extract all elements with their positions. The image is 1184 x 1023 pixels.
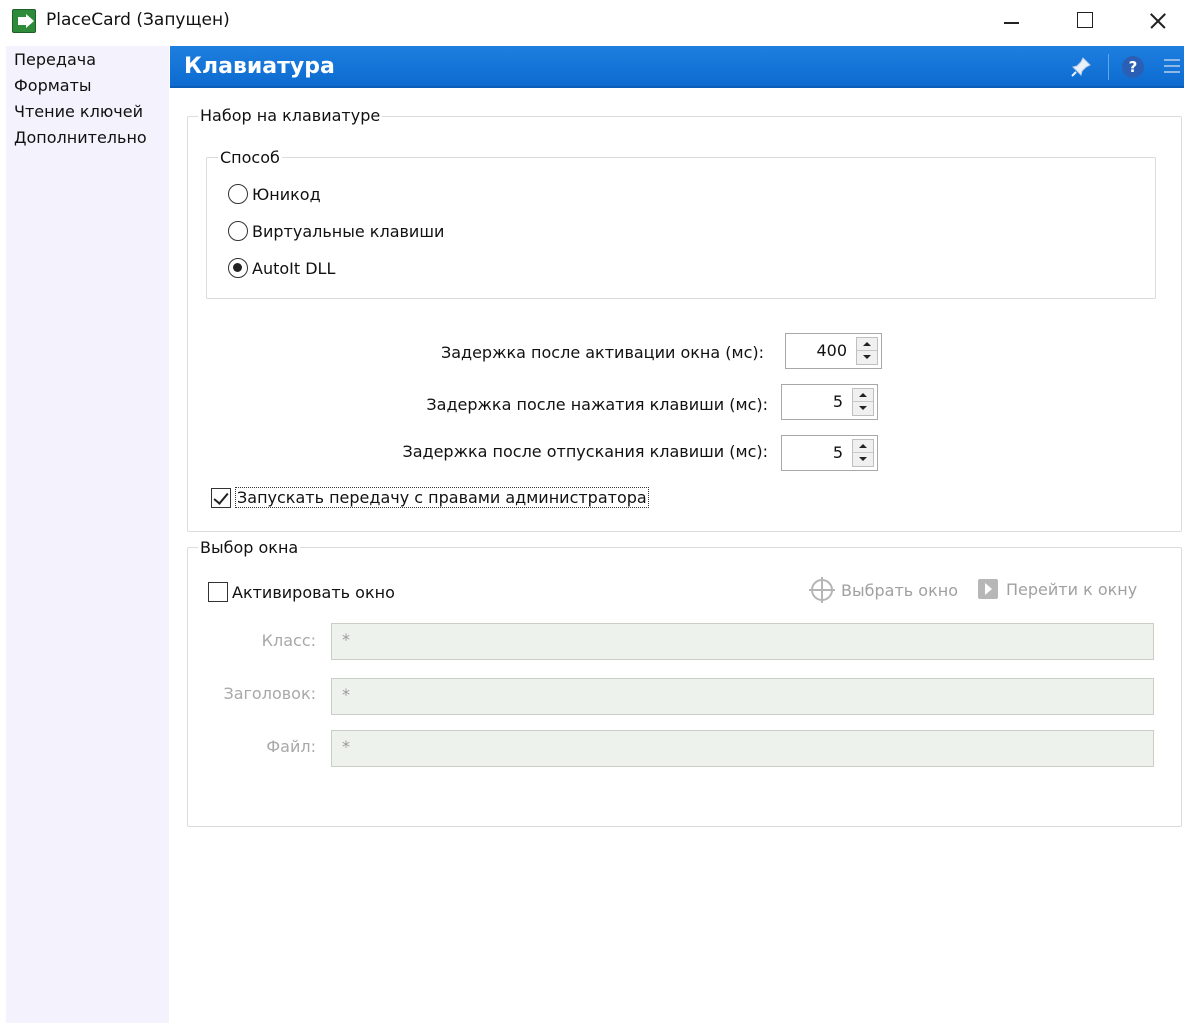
sidebar: Передача Форматы Чтение ключей Дополните… [6, 46, 169, 1023]
delay-press-label: Задержка после нажатия клавиши (мс): [426, 395, 768, 414]
spin-down-icon[interactable] [853, 453, 873, 466]
page-title: Клавиатура [184, 54, 335, 79]
radio-virtual-keys-circle[interactable] [228, 221, 248, 241]
spin-down-icon[interactable] [853, 402, 873, 415]
delay-release-spinner[interactable]: 5 [781, 435, 878, 471]
maximize-button[interactable] [1048, 0, 1118, 42]
crosshair-icon [809, 577, 835, 603]
delay-activation-label: Задержка после активации окна (мс): [440, 343, 764, 362]
radio-unicode-label: Юникод [252, 184, 321, 204]
delay-release-spin-buttons [852, 439, 874, 467]
title-label: Заголовок: [223, 684, 316, 703]
radio-autoit-dll-circle[interactable] [228, 258, 248, 278]
radio-unicode[interactable]: Юникод [228, 184, 321, 204]
close-button[interactable] [1120, 0, 1184, 42]
class-input[interactable]: * [331, 623, 1154, 660]
window-selection-legend: Выбор окна [198, 538, 301, 557]
sidebar-item-transfer[interactable]: Передача [14, 50, 96, 69]
spin-up-icon[interactable] [857, 338, 877, 351]
class-label: Класс: [261, 631, 316, 650]
title-bar: PlaceCard (Запущен) [0, 0, 1184, 42]
menu-icon[interactable] [1164, 59, 1180, 73]
sidebar-item-formats[interactable]: Форматы [14, 76, 92, 95]
goto-window-button[interactable]: Перейти к окну [978, 579, 1137, 599]
radio-virtual-keys-label: Виртуальные клавиши [252, 221, 445, 241]
radio-autoit-dll[interactable]: AutoIt DLL [228, 258, 335, 278]
pin-icon[interactable] [1070, 56, 1092, 78]
app-icon [12, 9, 36, 33]
spin-down-icon[interactable] [857, 351, 877, 364]
header-separator [1108, 54, 1109, 80]
delay-release-value[interactable]: 5 [833, 443, 843, 462]
window-title: PlaceCard (Запущен) [46, 10, 230, 30]
select-window-label: Выбрать окно [841, 580, 958, 600]
minimize-button[interactable] [976, 0, 1046, 42]
delay-release-label: Задержка после отпускания клавиши (мс): [402, 442, 768, 461]
goto-window-label: Перейти к окну [1006, 579, 1138, 599]
delay-press-spin-buttons [852, 388, 874, 416]
select-window-button[interactable]: Выбрать окно [809, 577, 958, 603]
delay-press-value[interactable]: 5 [833, 392, 843, 411]
arrow-right-icon [978, 579, 998, 599]
page-header: Клавиатура ? [170, 46, 1184, 88]
title-input[interactable]: * [331, 678, 1154, 715]
delay-activation-spin-buttons [856, 337, 878, 365]
file-input[interactable]: * [331, 730, 1154, 767]
help-icon[interactable]: ? [1122, 56, 1144, 78]
file-label: Файл: [266, 737, 316, 756]
spin-up-icon[interactable] [853, 389, 873, 402]
method-legend: Способ [218, 148, 282, 167]
sidebar-item-key-reading[interactable]: Чтение ключей [14, 102, 143, 121]
delay-activation-value[interactable]: 400 [816, 341, 847, 360]
keyboard-input-legend: Набор на клавиатуре [198, 106, 383, 125]
sidebar-item-advanced[interactable]: Дополнительно [14, 128, 147, 147]
activate-window-checkbox-row[interactable]: Активировать окно [208, 582, 395, 602]
delay-press-spinner[interactable]: 5 [781, 384, 878, 420]
activate-window-checkbox[interactable] [208, 582, 228, 602]
admin-rights-label: Запускать передачу с правами администрат… [235, 487, 649, 508]
delay-activation-spinner[interactable]: 400 [785, 333, 882, 369]
spin-up-icon[interactable] [853, 440, 873, 453]
admin-rights-checkbox-row[interactable]: Запускать передачу с правами администрат… [211, 487, 649, 508]
radio-unicode-circle[interactable] [228, 184, 248, 204]
admin-rights-checkbox[interactable] [211, 487, 231, 508]
radio-autoit-dll-label: AutoIt DLL [252, 258, 336, 278]
radio-virtual-keys[interactable]: Виртуальные клавиши [228, 221, 444, 241]
activate-window-label: Активировать окно [232, 582, 395, 602]
